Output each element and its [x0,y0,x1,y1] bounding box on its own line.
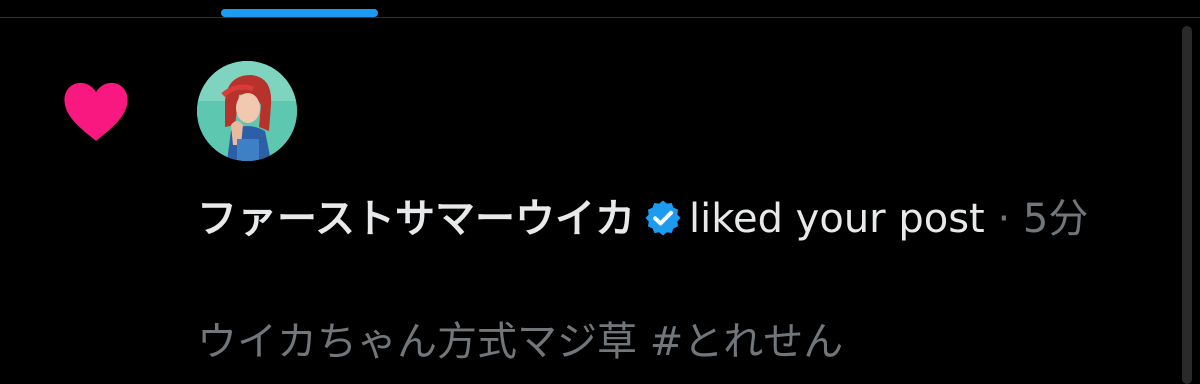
scrollbar[interactable] [1182,26,1192,384]
action-text: liked your post [689,196,985,242]
post-snippet[interactable]: ウイカちゃん方式マジ草 #とれせん [197,316,1157,368]
notification-text: ファーストサマーウイカ liked your post · 5分 [197,193,1157,245]
verified-badge-icon [645,200,681,236]
heart-icon [64,82,128,141]
tab-bar-border [0,17,1200,18]
avatar[interactable] [197,61,297,161]
avatar-image [197,61,297,161]
separator: · [984,196,1023,242]
active-tab-indicator [221,9,378,17]
timestamp: 5分 [1022,196,1089,242]
user-name[interactable]: ファーストサマーウイカ [197,196,635,242]
